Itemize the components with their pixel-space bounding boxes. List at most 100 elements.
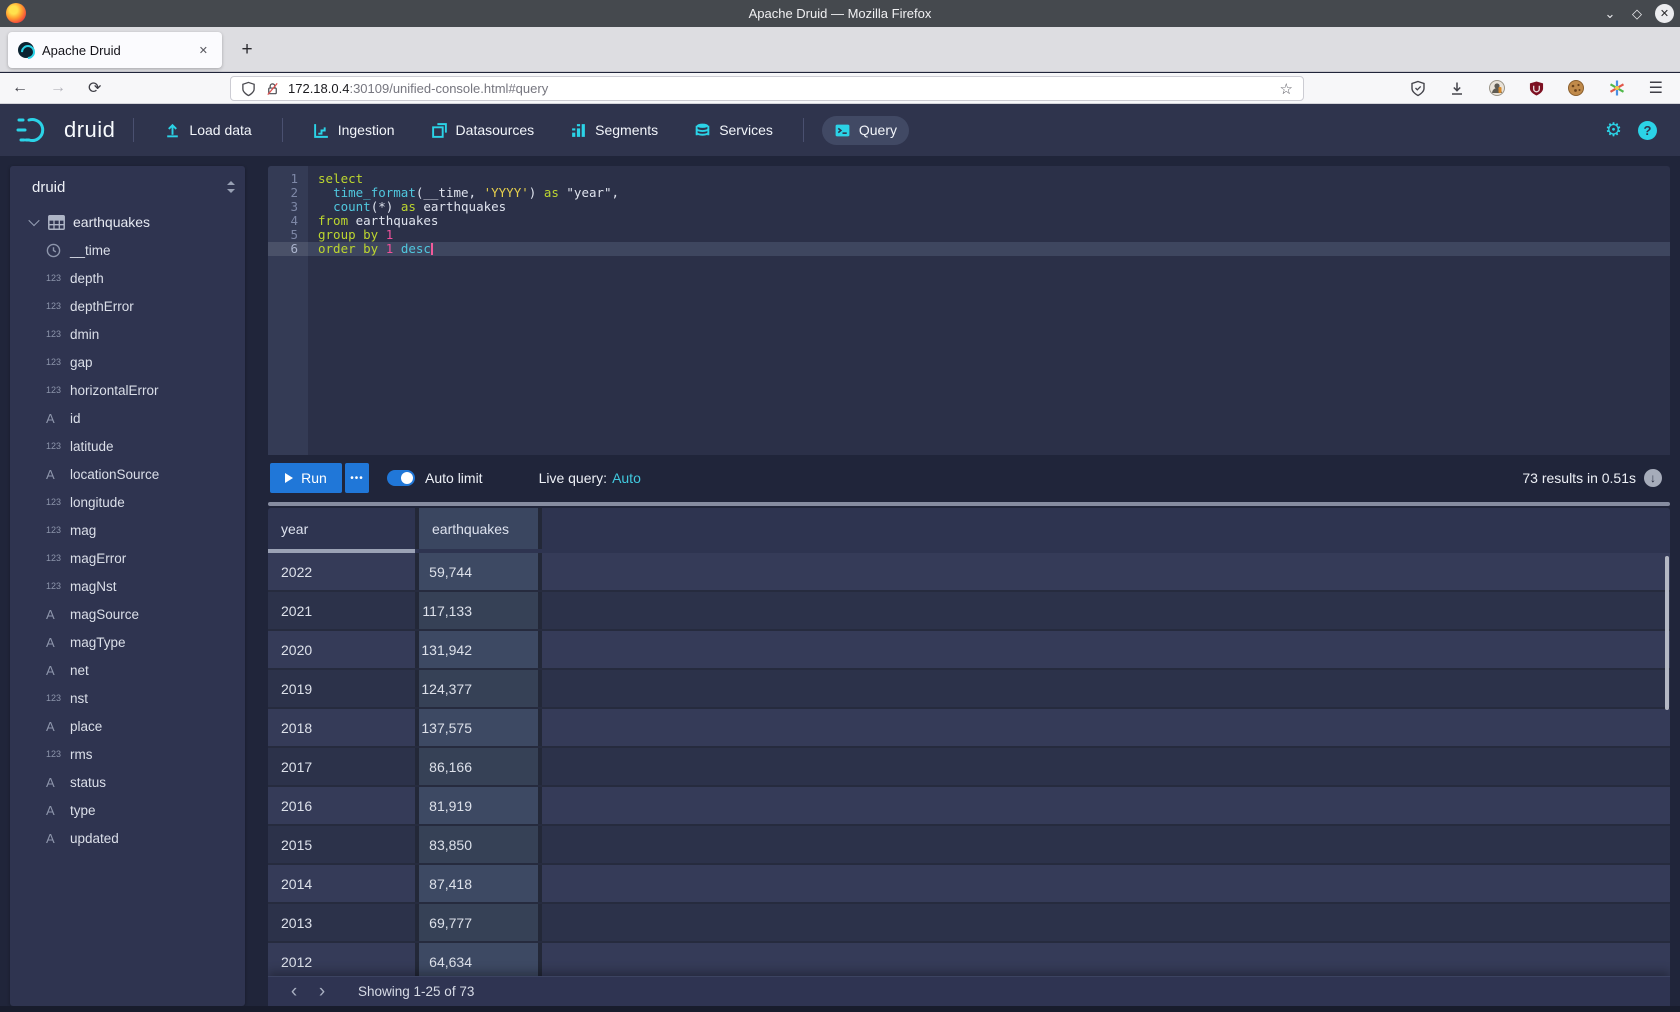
sidebar-column-id[interactable]: Aid (10, 404, 245, 432)
sidebar-column-longitude[interactable]: 123longitude (10, 488, 245, 516)
druid-brand[interactable]: druid (16, 115, 115, 145)
column-header-earthquakes[interactable]: earthquakes (419, 508, 538, 549)
nav-item-segments[interactable]: Segments (558, 116, 670, 145)
nav-item-datasources[interactable]: Datasources (419, 116, 547, 145)
column-label: longitude (70, 495, 125, 510)
sidebar-column-gap[interactable]: 123gap (10, 348, 245, 376)
editor-code[interactable]: select time_format(__time, 'YYYY') as "y… (308, 166, 1670, 455)
earthquakes-cell[interactable]: 117,133 (419, 592, 538, 629)
year-cell[interactable]: 2012 (268, 943, 415, 980)
earthquakes-cell[interactable]: 131,942 (419, 631, 538, 668)
earthquakes-cell[interactable]: 86,166 (419, 748, 538, 785)
sort-icon[interactable] (225, 179, 237, 195)
next-page-icon[interactable]: › (310, 980, 334, 1004)
tab-close-icon[interactable]: ✕ (195, 42, 212, 59)
code-line-2[interactable]: time_format(__time, 'YYYY') as "year", (308, 186, 1670, 200)
sidebar-column-magSource[interactable]: AmagSource (10, 600, 245, 628)
year-cell[interactable]: 2013 (268, 904, 415, 941)
year-cell[interactable]: 2017 (268, 748, 415, 785)
ublock-icon[interactable] (1529, 80, 1544, 97)
live-query-value[interactable]: Auto (612, 470, 641, 486)
year-cell[interactable]: 2014 (268, 865, 415, 902)
menu-hamburger-icon[interactable]: ☰ (1649, 78, 1663, 98)
sidebar-item-earthquakes[interactable]: earthquakes (10, 208, 245, 236)
back-icon[interactable]: ← (12, 79, 28, 97)
earthquakes-cell[interactable]: 59,744 (419, 553, 538, 590)
earthquakes-cell[interactable]: 83,850 (419, 826, 538, 863)
table-icon (48, 215, 65, 230)
earthquakes-cell[interactable]: 87,418 (419, 865, 538, 902)
code-line-6[interactable]: order by 1 desc (308, 242, 1670, 256)
sidebar-column-magError[interactable]: 123magError (10, 544, 245, 572)
sidebar-column-locationSource[interactable]: AlocationSource (10, 460, 245, 488)
sidebar-column-mag[interactable]: 123mag (10, 516, 245, 544)
code-line-4[interactable]: from earthquakes (308, 214, 1670, 228)
bookmark-star-icon[interactable]: ☆ (1280, 80, 1293, 98)
year-cell[interactable]: 2015 (268, 826, 415, 863)
reload-icon[interactable]: ⟳ (88, 78, 101, 98)
window-close-icon[interactable]: ✕ (1655, 4, 1674, 23)
earthquakes-cell[interactable]: 81,919 (419, 787, 538, 824)
sidebar-column-status[interactable]: Astatus (10, 768, 245, 796)
forward-icon[interactable]: → (50, 79, 66, 97)
browser-tab[interactable]: Apache Druid ✕ (8, 32, 222, 68)
nav-item-query[interactable]: Query (822, 116, 909, 145)
address-bar[interactable]: 172.18.0.4:30109/unified-console.html#qu… (230, 76, 1304, 101)
nav-item-ingestion[interactable]: Ingestion (301, 116, 407, 145)
sidebar-column-latitude[interactable]: 123latitude (10, 432, 245, 460)
sidebar-column-magType[interactable]: AmagType (10, 628, 245, 656)
column-label: id (70, 411, 81, 426)
year-cell[interactable]: 2016 (268, 787, 415, 824)
earthquakes-cell[interactable]: 64,634 (419, 943, 538, 980)
code-line-3[interactable]: count(*) as earthquakes (308, 200, 1670, 214)
sidebar-column-place[interactable]: Aplace (10, 712, 245, 740)
year-cell[interactable]: 2018 (268, 709, 415, 746)
download-icon[interactable] (1449, 80, 1465, 97)
run-button[interactable]: Run (270, 463, 342, 493)
token: time_format (333, 185, 416, 200)
settings-gear-icon[interactable]: ⚙ (1605, 119, 1622, 142)
vertical-scrollbar[interactable] (1665, 556, 1669, 710)
new-tab-button[interactable]: + (232, 35, 262, 65)
download-results-icon[interactable]: ↓ (1644, 469, 1662, 487)
sidebar-column-magNst[interactable]: 123magNst (10, 572, 245, 600)
sidebar-column-net[interactable]: Anet (10, 656, 245, 684)
year-cell[interactable]: 2022 (268, 553, 415, 590)
pocket-shield-icon[interactable] (1410, 80, 1426, 97)
sidebar-column-__time[interactable]: __time (10, 236, 245, 264)
auto-limit-toggle[interactable] (387, 470, 415, 486)
sidebar-column-depthError[interactable]: 123depthError (10, 292, 245, 320)
code-line-1[interactable]: select (308, 172, 1670, 186)
sidebar-column-depth[interactable]: 123depth (10, 264, 245, 292)
code-line-5[interactable]: group by 1 (308, 228, 1670, 242)
chevron-down-icon[interactable] (28, 215, 39, 226)
sidebar-column-updated[interactable]: Aupdated (10, 824, 245, 852)
earthquakes-cell[interactable]: 124,377 (419, 670, 538, 707)
window-restore-icon[interactable]: ◇ (1628, 6, 1646, 22)
sidebar-column-horizontalError[interactable]: 123horizontalError (10, 376, 245, 404)
earthquakes-cell[interactable]: 69,777 (419, 904, 538, 941)
container-extension-icon[interactable] (1488, 79, 1506, 97)
auto-limit-label: Auto limit (425, 470, 483, 486)
nav-item-services[interactable]: Services (682, 116, 785, 145)
token: "year", (559, 185, 619, 200)
sidebar-column-nst[interactable]: 123nst (10, 684, 245, 712)
year-cell[interactable]: 2019 (268, 670, 415, 707)
column-header-year[interactable]: year (268, 508, 415, 549)
year-cell[interactable]: 2021 (268, 592, 415, 629)
colorful-asterisk-extension-icon[interactable] (1608, 79, 1626, 97)
token: (__time, (416, 185, 484, 200)
sql-editor[interactable]: 123456 select time_format(__time, 'YYYY'… (268, 166, 1670, 455)
year-cell[interactable]: 2020 (268, 631, 415, 668)
sidebar-column-dmin[interactable]: 123dmin (10, 320, 245, 348)
more-options-button[interactable]: ••• (345, 463, 369, 493)
previous-page-icon[interactable]: ‹ (282, 980, 306, 1004)
sidebar-column-type[interactable]: Atype (10, 796, 245, 824)
horizontal-scrollbar[interactable] (268, 502, 1670, 506)
window-minimize-icon[interactable]: ⌄ (1601, 6, 1619, 22)
help-icon[interactable]: ? (1638, 121, 1657, 140)
nav-item-load-data[interactable]: Load data (152, 116, 263, 145)
earthquakes-cell[interactable]: 137,575 (419, 709, 538, 746)
cookie-extension-icon[interactable] (1567, 79, 1585, 97)
sidebar-column-rms[interactable]: 123rms (10, 740, 245, 768)
